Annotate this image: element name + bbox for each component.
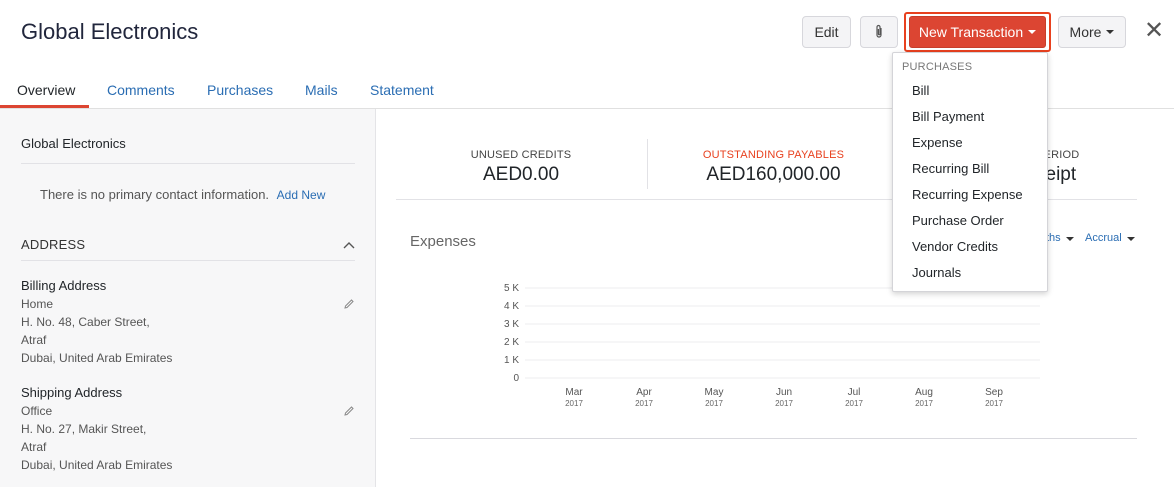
new-transaction-menu: PURCHASES Bill Bill Payment Expense Recu…	[892, 52, 1048, 292]
menu-item-journals[interactable]: Journals	[912, 265, 961, 280]
menu-item-recurring-bill[interactable]: Recurring Bill	[912, 161, 989, 176]
paperclip-icon	[876, 24, 882, 38]
new-transaction-button[interactable]: New Transaction	[909, 16, 1046, 48]
x-tick-label-year: 2017	[845, 399, 863, 408]
x-tick-label-month: Apr	[636, 387, 652, 398]
period-filter-label: ths	[1046, 232, 1061, 244]
x-tick-label-month: Sep	[985, 387, 1003, 398]
menu-item-vendor-credits[interactable]: Vendor Credits	[912, 239, 998, 254]
shipping-address-line: Dubai, United Arab Emirates	[21, 458, 173, 472]
edit-button[interactable]: Edit	[802, 16, 851, 48]
attach-button[interactable]	[860, 16, 898, 48]
page-title: Global Electronics	[21, 19, 199, 44]
shipping-address-line: Office	[21, 404, 53, 418]
menu-item-bill-payment[interactable]: Bill Payment	[912, 109, 984, 124]
tab-comments[interactable]: Comments	[107, 82, 175, 98]
period-filter-dropdown[interactable]: ths	[1046, 232, 1074, 244]
chevron-up-icon[interactable]	[342, 239, 356, 251]
edit-pencil-icon[interactable]	[343, 405, 355, 417]
menu-item-purchase-order[interactable]: Purchase Order	[912, 213, 1004, 228]
close-icon[interactable]: ✕	[1142, 18, 1166, 44]
divider	[21, 163, 355, 164]
outstanding-payables-value: AED160,000.00	[706, 164, 841, 185]
divider	[21, 260, 355, 261]
billing-address-line: Atraf	[21, 333, 47, 347]
more-label: More	[1069, 24, 1102, 40]
x-tick-label-month: Mar	[565, 387, 583, 398]
x-tick-label-month: Jul	[848, 387, 861, 398]
x-tick-label-year: 2017	[915, 399, 933, 408]
unused-credits-label: UNUSED CREDITS	[470, 149, 572, 161]
edit-pencil-icon[interactable]	[343, 298, 355, 310]
billing-address-line: Dubai, United Arab Emirates	[21, 351, 173, 365]
contact-sidebar: Global Electronics There is no primary c…	[0, 109, 376, 487]
caret-down-icon	[1106, 30, 1115, 34]
tab-statement[interactable]: Statement	[370, 82, 434, 98]
basis-filter-label: Accrual	[1085, 232, 1122, 244]
divider	[410, 438, 1137, 439]
x-tick-label-month: Aug	[915, 387, 933, 398]
billing-address-heading: Billing Address	[21, 278, 107, 293]
add-new-contact-link[interactable]: Add New	[277, 188, 326, 202]
x-tick-label-year: 2017	[635, 399, 653, 408]
vendor-name: Global Electronics	[21, 136, 126, 151]
expenses-chart: 5 K4 K3 K2 K1 K0Mar2017Apr2017May2017Jun…	[504, 283, 1040, 408]
menu-item-bill[interactable]: Bill	[912, 83, 929, 98]
tab-purchases[interactable]: Purchases	[207, 82, 273, 98]
y-tick-label: 2 K	[504, 337, 519, 348]
x-tick-label-month: May	[705, 387, 724, 398]
y-tick-label: 0	[513, 373, 519, 384]
basis-filter-dropdown[interactable]: Accrual	[1085, 232, 1135, 244]
unused-credits-value: AED0.00	[482, 164, 560, 185]
caret-down-icon	[1126, 237, 1135, 241]
menu-item-recurring-expense[interactable]: Recurring Expense	[912, 187, 1023, 202]
x-tick-label-month: Jun	[776, 387, 792, 398]
menu-section-heading: PURCHASES	[902, 61, 973, 73]
caret-down-icon	[1028, 30, 1037, 34]
tab-overview[interactable]: Overview	[17, 82, 75, 98]
menu-item-expense[interactable]: Expense	[912, 135, 963, 150]
expenses-title: Expenses	[410, 233, 476, 250]
new-transaction-label: New Transaction	[918, 24, 1024, 40]
y-tick-label: 4 K	[504, 301, 519, 312]
outstanding-payables-stat: OUTSTANDING PAYABLES AED160,000.00	[681, 149, 866, 186]
more-button[interactable]: More	[1058, 16, 1126, 48]
no-contact-text: There is no primary contact information.	[40, 187, 270, 202]
shipping-address-line: Atraf	[21, 440, 47, 454]
y-tick-label: 5 K	[504, 283, 519, 294]
x-tick-label-year: 2017	[985, 399, 1003, 408]
unused-credits-stat: UNUSED CREDITS AED0.00	[446, 149, 596, 186]
tab-mails[interactable]: Mails	[305, 82, 338, 98]
active-tab-indicator	[0, 105, 89, 108]
billing-address-line: Home	[21, 297, 54, 311]
outstanding-payables-label: OUTSTANDING PAYABLES	[702, 149, 845, 161]
no-contact-message: There is no primary contact information.…	[40, 187, 325, 202]
address-section-heading: ADDRESS	[21, 237, 86, 252]
x-tick-label-year: 2017	[775, 399, 793, 408]
caret-down-icon	[1065, 237, 1074, 241]
y-tick-label: 3 K	[504, 319, 519, 330]
divider	[647, 139, 648, 189]
billing-address: Billing Address Home H. No. 48, Caber St…	[21, 277, 172, 367]
x-tick-label-year: 2017	[565, 399, 583, 408]
shipping-address-line: H. No. 27, Makir Street,	[21, 422, 147, 436]
billing-address-line: H. No. 48, Caber Street,	[21, 315, 150, 329]
x-tick-label-year: 2017	[705, 399, 723, 408]
shipping-address: Shipping Address Office H. No. 27, Makir…	[21, 384, 172, 474]
y-tick-label: 1 K	[504, 355, 519, 366]
shipping-address-heading: Shipping Address	[21, 385, 123, 400]
